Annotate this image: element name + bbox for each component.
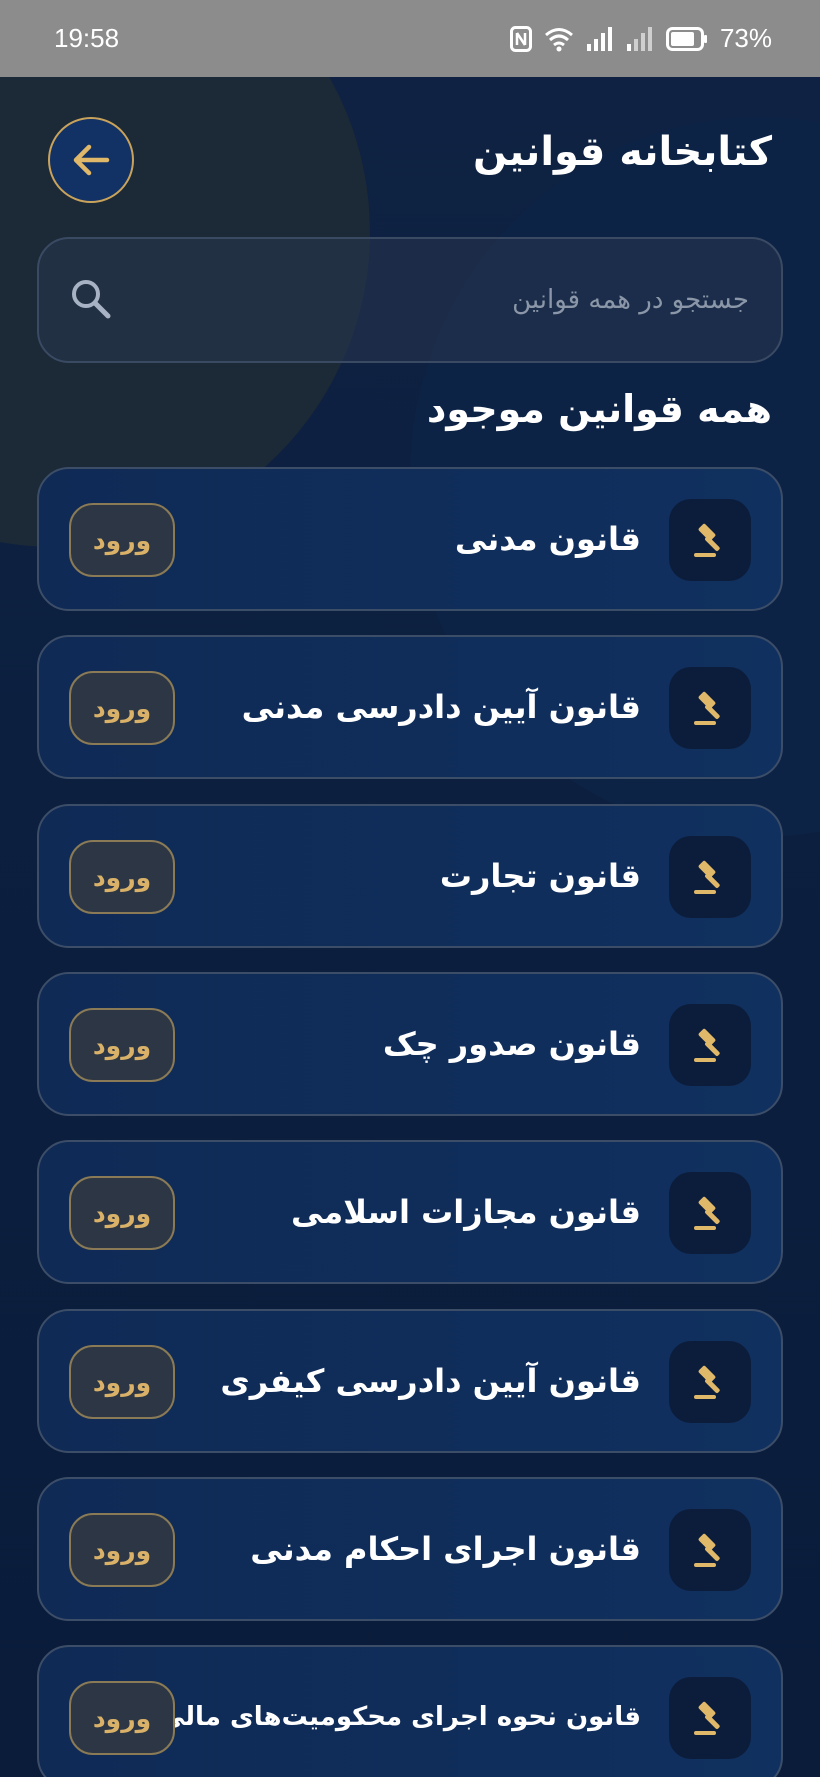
gavel-icon [669,836,751,918]
search-box[interactable] [37,237,783,363]
status-bar: 19:58 73% [0,0,820,77]
signal-weak-icon [626,26,652,51]
law-title: قانون آیین دادرسی کیفری [220,1362,641,1400]
law-title: قانون اجرای احکام مدنی [250,1530,641,1568]
status-time: 19:58 [54,23,120,53]
enter-button[interactable]: ورود [69,671,175,745]
gavel-icon [669,1172,751,1254]
law-title: قانون آیین دادرسی مدنی [241,688,641,726]
section-title: همه قوانین موجود [426,387,772,431]
law-title: قانون تجارت [439,857,641,895]
enter-button[interactable]: ورود [69,1681,175,1755]
law-title: قانون نحوه اجرای محکومیت‌های مالی [158,1702,641,1732]
page-title: کتابخانه قوانین [472,129,772,175]
gavel-icon [669,1341,751,1423]
gavel-icon [669,1677,751,1759]
enter-button[interactable]: ورود [69,1345,175,1419]
enter-button[interactable]: ورود [69,840,175,914]
signal-icon [586,26,612,51]
enter-button[interactable]: ورود [69,503,175,577]
enter-button[interactable]: ورود [69,1513,175,1587]
law-card[interactable]: قانون مدنی ورود [37,467,783,611]
enter-button[interactable]: ورود [69,1008,175,1082]
gavel-icon [669,1004,751,1086]
law-title: قانون مدنی [454,520,641,558]
law-title: قانون صدور چک [382,1025,641,1063]
search-input[interactable] [139,239,749,361]
gavel-icon [669,1509,751,1591]
law-card[interactable]: قانون صدور چک ورود [37,972,783,1116]
law-card[interactable]: قانون اجرای احکام مدنی ورود [37,1477,783,1621]
law-title: قانون مجازات اسلامی [291,1193,641,1231]
arrow-left-icon [73,144,110,176]
law-card[interactable]: قانون آیین دادرسی کیفری ورود [37,1309,783,1453]
search-icon [72,280,111,319]
law-card[interactable]: قانون تجارت ورود [37,804,783,948]
gavel-icon [669,499,751,581]
back-button[interactable] [48,117,134,203]
law-card[interactable]: قانون آیین دادرسی مدنی ورود [37,635,783,779]
battery-icon [665,26,707,51]
status-icons: 73% [509,23,772,54]
law-library-screen: کتابخانه قوانین همه قوانین موجود قانون م… [0,77,820,1777]
battery-level: 73% [719,23,772,53]
enter-button[interactable]: ورود [69,1176,175,1250]
nfc-icon [509,25,532,52]
wifi-icon [544,27,573,51]
law-card[interactable]: قانون نحوه اجرای محکومیت‌های مالی ورود [37,1645,783,1777]
gavel-icon [669,667,751,749]
law-card[interactable]: قانون مجازات اسلامی ورود [37,1140,783,1284]
